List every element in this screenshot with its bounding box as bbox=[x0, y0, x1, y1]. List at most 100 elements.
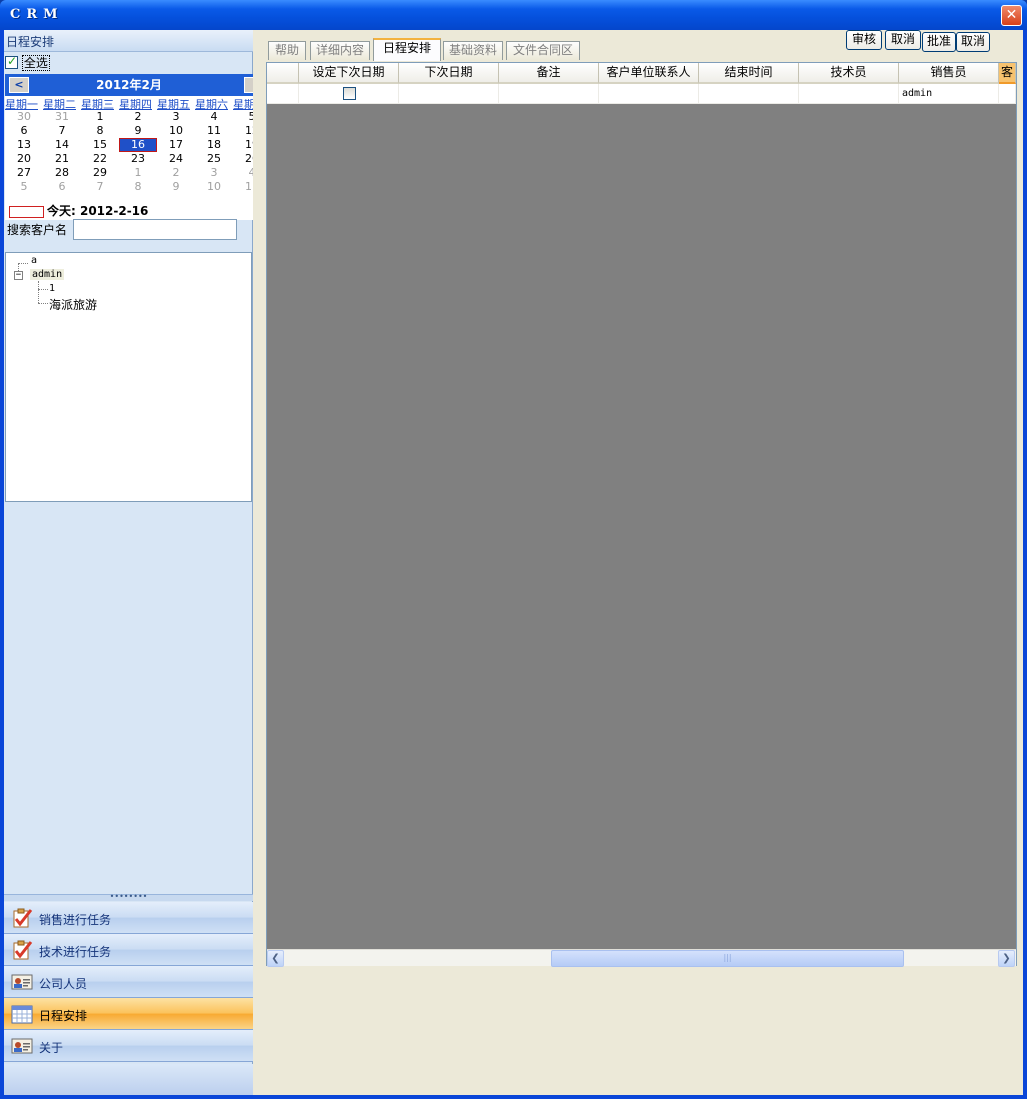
calendar-day[interactable]: 15 bbox=[81, 138, 119, 152]
calendar-day[interactable]: 5 bbox=[5, 180, 43, 194]
scroll-right-icon[interactable]: ❯ bbox=[998, 950, 1015, 967]
calendar-day[interactable]: 21 bbox=[43, 152, 81, 166]
calendar-day[interactable]: 10 bbox=[195, 180, 233, 194]
customer-search-input[interactable] bbox=[73, 219, 237, 240]
calendar-day[interactable]: 17 bbox=[157, 138, 195, 152]
audit-button[interactable]: 审核 bbox=[846, 30, 882, 50]
column-header-technician[interactable]: 技术员 bbox=[799, 63, 899, 84]
calendar-day[interactable]: 23 bbox=[119, 152, 157, 166]
column-header-note[interactable]: 备注 bbox=[499, 63, 599, 84]
tab-help[interactable]: 帮助 bbox=[268, 41, 306, 60]
schedule-grid[interactable]: 设定下次日期 下次日期 备注 客户单位联系人 结束时间 技术员 销售员 客 ad… bbox=[266, 62, 1017, 967]
nav-about-button[interactable]: 关于 bbox=[4, 1030, 253, 1062]
weekday-label[interactable]: 星期一 bbox=[5, 96, 43, 111]
calendar-day[interactable]: 11 bbox=[195, 124, 233, 138]
tree-node-admin[interactable]: admin bbox=[30, 269, 65, 280]
weekday-label[interactable]: 星期五 bbox=[157, 96, 195, 111]
calendar-day[interactable]: 26 bbox=[233, 152, 253, 166]
calendar-day[interactable]: 2 bbox=[157, 166, 195, 180]
nav-tech-tasks-button[interactable]: 技术进行任务 bbox=[4, 934, 253, 966]
next-date-cell[interactable] bbox=[399, 84, 499, 104]
tree-node-a[interactable]: a bbox=[31, 255, 37, 266]
calendar-day[interactable]: 3 bbox=[157, 110, 195, 124]
column-header-set-next-date[interactable]: 设定下次日期 bbox=[299, 63, 399, 84]
calendar-day[interactable]: 28 bbox=[43, 166, 81, 180]
column-header-customer[interactable]: 客 bbox=[999, 63, 1016, 84]
weekday-label[interactable]: 星期日 bbox=[233, 96, 253, 111]
weekday-label[interactable]: 星期二 bbox=[43, 96, 81, 111]
nav-staff-button[interactable]: 公司人员 bbox=[4, 966, 253, 998]
calendar-day[interactable]: 29 bbox=[81, 166, 119, 180]
calendar-day[interactable]: 19 bbox=[233, 138, 253, 152]
scroll-left-icon[interactable]: ❮ bbox=[267, 950, 284, 967]
column-header-contact[interactable]: 客户单位联系人 bbox=[599, 63, 699, 84]
calendar-day[interactable]: 4 bbox=[233, 166, 254, 180]
select-all-checkbox[interactable] bbox=[5, 54, 18, 69]
calendar-day[interactable]: 8 bbox=[119, 180, 157, 194]
calendar-day[interactable]: 10 bbox=[157, 124, 195, 138]
calendar-day[interactable]: 16 bbox=[119, 138, 157, 152]
calendar-day[interactable]: 3 bbox=[195, 166, 233, 180]
table-row[interactable]: admin bbox=[267, 84, 1016, 104]
column-header-next-date[interactable]: 下次日期 bbox=[399, 63, 499, 84]
technician-cell[interactable] bbox=[799, 84, 899, 104]
tree-collapse-icon[interactable]: − bbox=[14, 271, 23, 280]
set-next-date-cell[interactable] bbox=[299, 84, 399, 104]
column-header-rowselector[interactable] bbox=[267, 63, 299, 84]
calendar-day[interactable]: 2 bbox=[119, 110, 157, 124]
nav-splitter[interactable]: •••••••• bbox=[4, 893, 253, 901]
calendar-day[interactable]: 22 bbox=[81, 152, 119, 166]
calendar-day[interactable]: 4 bbox=[195, 110, 233, 124]
row-selector[interactable] bbox=[267, 84, 299, 104]
title-bar[interactable]: CRM ✕ bbox=[0, 0, 1027, 30]
salesperson-cell[interactable]: admin bbox=[899, 84, 999, 104]
calendar-next-button[interactable] bbox=[244, 77, 253, 93]
weekday-label[interactable]: 星期三 bbox=[81, 96, 119, 111]
weekday-label[interactable]: 星期六 bbox=[195, 96, 233, 111]
column-header-salesperson[interactable]: 销售员 bbox=[899, 63, 999, 84]
nav-sales-tasks-button[interactable]: 销售进行任务 bbox=[4, 902, 253, 934]
calendar-day[interactable]: 9 bbox=[119, 124, 157, 138]
set-next-date-checkbox[interactable] bbox=[343, 87, 356, 100]
cancel-approve-button[interactable]: 取消 bbox=[956, 32, 990, 52]
tab-basic-info[interactable]: 基础资料 bbox=[443, 41, 503, 60]
calendar-day[interactable]: 7 bbox=[43, 124, 81, 138]
calendar-day[interactable]: 6 bbox=[5, 124, 43, 138]
tab-contract-files[interactable]: 文件合同区 bbox=[506, 41, 580, 60]
approve-button[interactable]: 批准 bbox=[922, 32, 956, 52]
today-row[interactable]: 今天: 2012-2-16 bbox=[9, 202, 148, 218]
tab-schedule[interactable]: 日程安排 bbox=[373, 38, 441, 61]
horizontal-scrollbar[interactable]: ❮ ||| ❯ bbox=[267, 949, 1016, 967]
calendar-day[interactable]: 14 bbox=[43, 138, 81, 152]
calendar-day[interactable]: 7 bbox=[81, 180, 119, 194]
weekday-label[interactable]: 星期四 bbox=[119, 96, 157, 111]
today-label[interactable]: 今天: 2012-2-16 bbox=[47, 204, 148, 218]
calendar-day[interactable]: 31 bbox=[43, 110, 81, 124]
calendar-day[interactable]: 6 bbox=[43, 180, 81, 194]
nav-schedule-button[interactable]: 日程安排 bbox=[4, 998, 253, 1030]
calendar-day[interactable]: 9 bbox=[157, 180, 195, 194]
calendar-day[interactable]: 5 bbox=[233, 110, 254, 124]
close-icon[interactable]: ✕ bbox=[1001, 5, 1022, 26]
select-all-row[interactable]: 全选 bbox=[5, 54, 50, 71]
calendar-day[interactable]: 30 bbox=[5, 110, 43, 124]
calendar-day[interactable]: 25 bbox=[195, 152, 233, 166]
calendar-day[interactable]: 13 bbox=[5, 138, 43, 152]
end-time-cell[interactable] bbox=[699, 84, 799, 104]
calendar-day[interactable]: 12 bbox=[233, 124, 253, 138]
calendar-day[interactable]: 24 bbox=[157, 152, 195, 166]
column-header-end-time[interactable]: 结束时间 bbox=[699, 63, 799, 84]
tab-details[interactable]: 详细内容 bbox=[310, 41, 370, 60]
calendar-prev-button[interactable]: < bbox=[9, 77, 29, 93]
calendar-day[interactable]: 27 bbox=[5, 166, 43, 180]
calendar-day[interactable]: 1 bbox=[119, 166, 157, 180]
customer-tree[interactable]: a − admin 1 海派旅游 bbox=[5, 252, 252, 502]
calendar-days-grid[interactable]: 3031123456789101112131415161718192021222… bbox=[5, 110, 253, 194]
calendar-day[interactable]: 1 bbox=[81, 110, 119, 124]
calendar-day[interactable]: 20 bbox=[5, 152, 43, 166]
contact-cell[interactable] bbox=[599, 84, 699, 104]
select-all-label[interactable]: 全选 bbox=[21, 55, 50, 71]
tree-node-child[interactable]: 海派旅游 bbox=[49, 296, 97, 313]
month-calendar[interactable]: < 2012年2月 星期一星期二星期三星期四星期五星期六星期日 30311234… bbox=[5, 74, 253, 220]
note-cell[interactable] bbox=[499, 84, 599, 104]
